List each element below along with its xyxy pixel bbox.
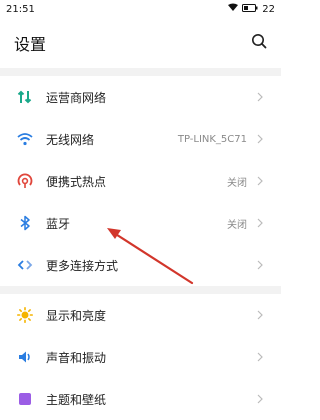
battery-icon	[242, 3, 258, 15]
settings-item-label: 无线网络	[46, 132, 95, 147]
settings-item-carrier[interactable]: 运营商网络	[0, 76, 281, 118]
chevron-right-icon	[255, 394, 265, 404]
divider	[0, 68, 281, 76]
settings-item-sound[interactable]: 声音和振动	[0, 336, 281, 378]
battery-level: 22	[262, 3, 275, 15]
search-icon[interactable]	[251, 33, 267, 53]
settings-item-label: 声音和振动	[46, 350, 107, 365]
hotspot-icon	[16, 172, 34, 190]
chevron-right-icon	[255, 92, 265, 102]
section-gap	[0, 286, 281, 294]
wifi-icon	[16, 130, 34, 148]
settings-item-label: 主题和壁纸	[46, 392, 107, 407]
settings-item-label: 蓝牙	[46, 216, 71, 231]
settings-item-wifi[interactable]: 无线网络 TP-LINK_5C71	[0, 118, 281, 160]
header: 设置	[0, 18, 281, 68]
sound-icon	[16, 348, 34, 366]
brightness-icon	[16, 306, 34, 324]
cellular-icon	[16, 88, 34, 106]
chevron-right-icon	[255, 352, 265, 362]
page-title: 设置	[14, 35, 47, 54]
settings-item-label: 显示和亮度	[46, 308, 107, 323]
settings-item-hotspot[interactable]: 便携式热点 关闭	[0, 160, 281, 202]
settings-section-2: 显示和亮度 声音和振动 主题和壁纸	[0, 294, 281, 420]
bluetooth-icon	[16, 214, 34, 232]
chevron-right-icon	[255, 260, 265, 270]
status-bar: 21:51 22	[0, 0, 281, 18]
settings-item-display[interactable]: 显示和亮度	[0, 294, 281, 336]
settings-item-value: TP-LINK_5C71	[177, 133, 247, 145]
settings-item-more-connections[interactable]: 更多连接方式	[0, 244, 281, 286]
settings-item-value: 关闭	[227, 177, 247, 189]
status-time: 21:51	[6, 3, 35, 15]
chevron-right-icon	[255, 134, 265, 144]
link-icon	[16, 256, 34, 274]
settings-item-label: 便携式热点	[46, 174, 107, 189]
theme-icon	[16, 390, 34, 408]
settings-item-bluetooth[interactable]: 蓝牙 关闭	[0, 202, 281, 244]
chevron-right-icon	[255, 176, 265, 186]
settings-item-theme[interactable]: 主题和壁纸	[0, 378, 281, 420]
wifi-status-icon	[228, 3, 239, 15]
settings-item-label: 运营商网络	[46, 90, 107, 105]
settings-item-label: 更多连接方式	[46, 258, 119, 273]
settings-section-1: 运营商网络 无线网络 TP-LINK_5C71 便携式热点 关闭 蓝牙 关闭 更…	[0, 76, 281, 286]
settings-item-value: 关闭	[227, 219, 247, 231]
chevron-right-icon	[255, 218, 265, 228]
chevron-right-icon	[255, 310, 265, 320]
